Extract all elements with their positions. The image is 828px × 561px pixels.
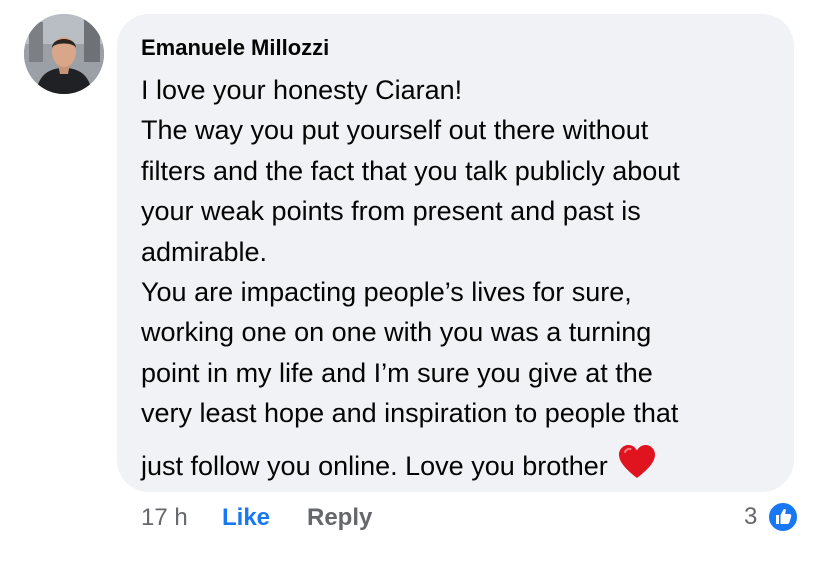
comment-line: point in my life and I’m sure you give a… (141, 357, 653, 388)
comment-line: admirable. (141, 236, 268, 267)
like-reaction-icon (767, 501, 799, 533)
comment-line: working one on one with you was a turnin… (141, 317, 652, 348)
comment-line: I love your honesty Ciaran! (141, 75, 463, 105)
avatar-photo (24, 14, 104, 94)
comment-bubble: Emanuele Millozzi I love your honesty Ci… (117, 14, 794, 492)
comment-line: very least hope and inspiration to peopl… (141, 398, 679, 429)
author-avatar[interactable] (24, 14, 104, 94)
comment-line-last: just follow you online. Love you brother (141, 444, 774, 486)
comment-author-name[interactable]: Emanuele Millozzi (141, 36, 774, 60)
comment-line: just follow you online. Love you brother (141, 450, 608, 481)
comment-line: The way you put yourself out there witho… (141, 115, 649, 146)
reply-button[interactable]: Reply (307, 502, 372, 534)
comment-line: your weak points from present and past i… (141, 196, 641, 227)
comment-text: I love your honesty Ciaran! The way you … (141, 70, 774, 486)
comment-line: filters and the fact that you talk publi… (141, 155, 680, 186)
comment-line: You are impacting people’s lives for sur… (141, 277, 632, 308)
comment-timestamp[interactable]: 17 h (141, 502, 188, 534)
reaction-count: 3 (744, 503, 758, 530)
red-heart-emoji-icon (618, 444, 655, 478)
like-button[interactable]: Like (222, 502, 270, 534)
